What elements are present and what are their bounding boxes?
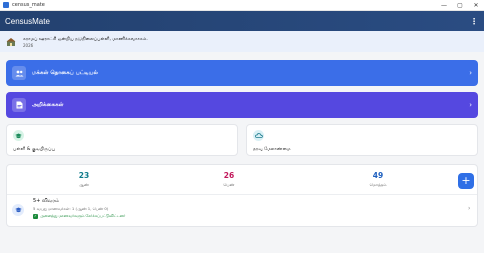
reports-card[interactable]: அறிக்கைகள் › <box>6 92 478 118</box>
cloud-icon <box>253 130 264 141</box>
maximize-button[interactable]: ▢ <box>452 0 468 11</box>
boys-stat: 23 ஆண் <box>54 171 114 188</box>
add-student-button[interactable]: + <box>458 173 474 189</box>
window-controls: — ▢ ✕ <box>436 0 484 11</box>
app-bar: CensusMate ⋮ <box>0 11 484 31</box>
school-cap-icon <box>13 130 24 141</box>
app-icon <box>3 2 9 8</box>
window-title: census_mate <box>12 2 45 8</box>
academic-year: 2026 <box>23 42 34 48</box>
grade-status: ✓ அனைத்து மாணவர்களும் சேர்க்கப்பட்டுவிட்… <box>33 213 125 219</box>
grade-subtitle: 5 வயது மாணவர்கள்: 1 (ஆண் 1, பெண் 0) <box>33 206 109 211</box>
school-cap-icon <box>12 204 24 216</box>
school-name: கராமப் ஊராட்சி ஒன்றிய நடுநிலைப்பள்ளி, மா… <box>23 36 148 42</box>
grade-title: 5+ விவரம் <box>33 198 60 204</box>
data-management-label: தரவு மேலாண்மை <box>253 147 291 152</box>
total-caption: மொத்தம் <box>369 182 387 187</box>
girls-count: 26 <box>223 171 235 180</box>
data-management-card[interactable]: தரவு மேலாண்மை <box>246 124 478 156</box>
close-button[interactable]: ✕ <box>468 0 484 11</box>
grade-details-row[interactable]: 5+ விவரம் 5 வயது மாணவர்கள்: 1 (ஆண் 1, பெ… <box>7 195 477 226</box>
boys-count: 23 <box>78 171 90 180</box>
chevron-right-icon: › <box>469 101 472 109</box>
grade-status-text: அனைத்து மாணவர்களும் சேர்க்கப்பட்டுவிட்டன… <box>40 213 126 218</box>
student-stats-panel: 23 ஆண் 26 பெண் 49 மொத்தம் + 5+ விவரம் 5 … <box>6 164 478 227</box>
document-icon <box>12 98 26 112</box>
reports-label: அறிக்கைகள் <box>32 101 64 108</box>
check-icon: ✓ <box>33 213 38 219</box>
more-menu-icon[interactable]: ⋮ <box>470 17 478 26</box>
total-stat: 49 மொத்தம் <box>348 171 408 188</box>
minimize-button[interactable]: — <box>436 0 452 11</box>
population-list-label: மக்கள் தொகைப் பட்டியல் <box>32 69 98 76</box>
people-icon <box>12 66 26 80</box>
girls-caption: பெண் <box>223 182 235 187</box>
chevron-right-icon: › <box>468 205 471 212</box>
boys-caption: ஆண் <box>78 182 90 187</box>
window-titlebar: census_mate — ▢ ✕ <box>0 0 484 11</box>
school-building-icon <box>6 37 16 47</box>
total-count: 49 <box>372 171 384 180</box>
school-header: கராமப் ஊராட்சி ஒன்றிய நடுநிலைப்பள்ளி, மா… <box>0 31 484 52</box>
population-list-card[interactable]: மக்கள் தொகைப் பட்டியல் › <box>6 60 478 86</box>
app-title: CensusMate <box>5 16 50 26</box>
school-residence-label: பள்ளி & குடியிருப்பு <box>13 147 55 152</box>
school-residence-card[interactable]: பள்ளி & குடியிருப்பு <box>6 124 238 156</box>
girls-stat: 26 பெண் <box>199 171 259 188</box>
chevron-right-icon: › <box>469 69 472 77</box>
